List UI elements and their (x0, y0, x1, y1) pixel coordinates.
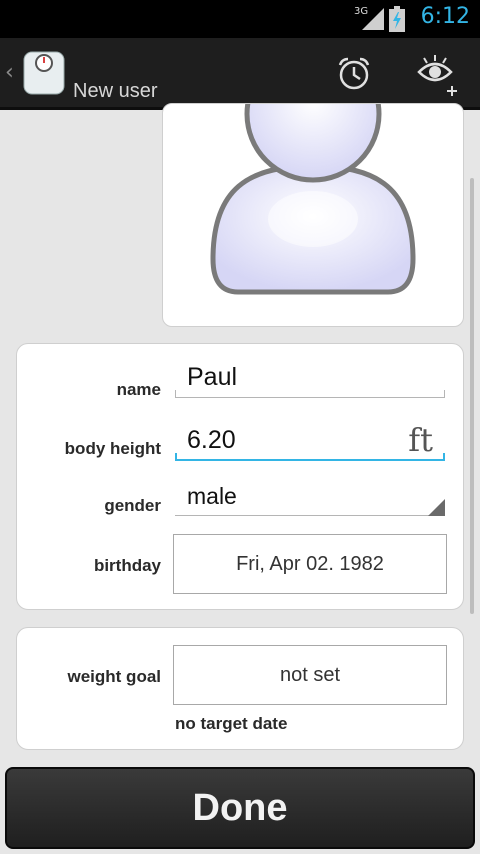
body-height-value: 6.20 (187, 426, 236, 454)
content-area[interactable]: name Paul body height 6.20 ft gender mal… (0, 103, 480, 854)
scrollbar[interactable] (470, 178, 474, 614)
weight-goal-label: weight goal (67, 667, 162, 686)
back-chevron-icon[interactable]: ‹ (5, 60, 14, 85)
gender-spinner[interactable]: male (175, 480, 445, 516)
eye-plus-icon[interactable] (416, 54, 460, 96)
gender-label: gender (104, 496, 161, 515)
name-field[interactable]: Paul (175, 362, 445, 398)
weight-goal-button[interactable]: not set (173, 645, 447, 705)
name-label: name (116, 380, 161, 399)
weight-goal-card: weight goal not set no target date (16, 627, 464, 750)
birthday-button[interactable]: Fri, Apr 02. 1982 (173, 534, 447, 594)
user-details-card: name Paul body height 6.20 ft gender mal… (16, 343, 464, 610)
action-bar: ‹ New user (0, 38, 480, 110)
signal-icon (362, 8, 384, 30)
dropdown-arrow-icon (428, 499, 445, 516)
alarm-clock-icon[interactable] (336, 56, 372, 92)
battery-icon (389, 6, 405, 32)
body-height-field[interactable]: 6.20 ft (175, 421, 445, 461)
target-date-note: no target date (175, 714, 288, 733)
name-value: Paul (187, 363, 238, 391)
done-button[interactable]: Done (5, 767, 475, 849)
user-avatar-icon (210, 104, 416, 295)
scale-logo-icon[interactable] (22, 50, 66, 96)
screen-title: New user (73, 80, 158, 102)
status-bar: 3G 6:12 (0, 0, 480, 38)
body-height-label: body height (64, 439, 161, 458)
avatar-card[interactable] (162, 103, 464, 327)
birthday-label: birthday (93, 556, 161, 575)
clock: 6:12 (420, 4, 470, 29)
gender-value: male (187, 483, 237, 509)
